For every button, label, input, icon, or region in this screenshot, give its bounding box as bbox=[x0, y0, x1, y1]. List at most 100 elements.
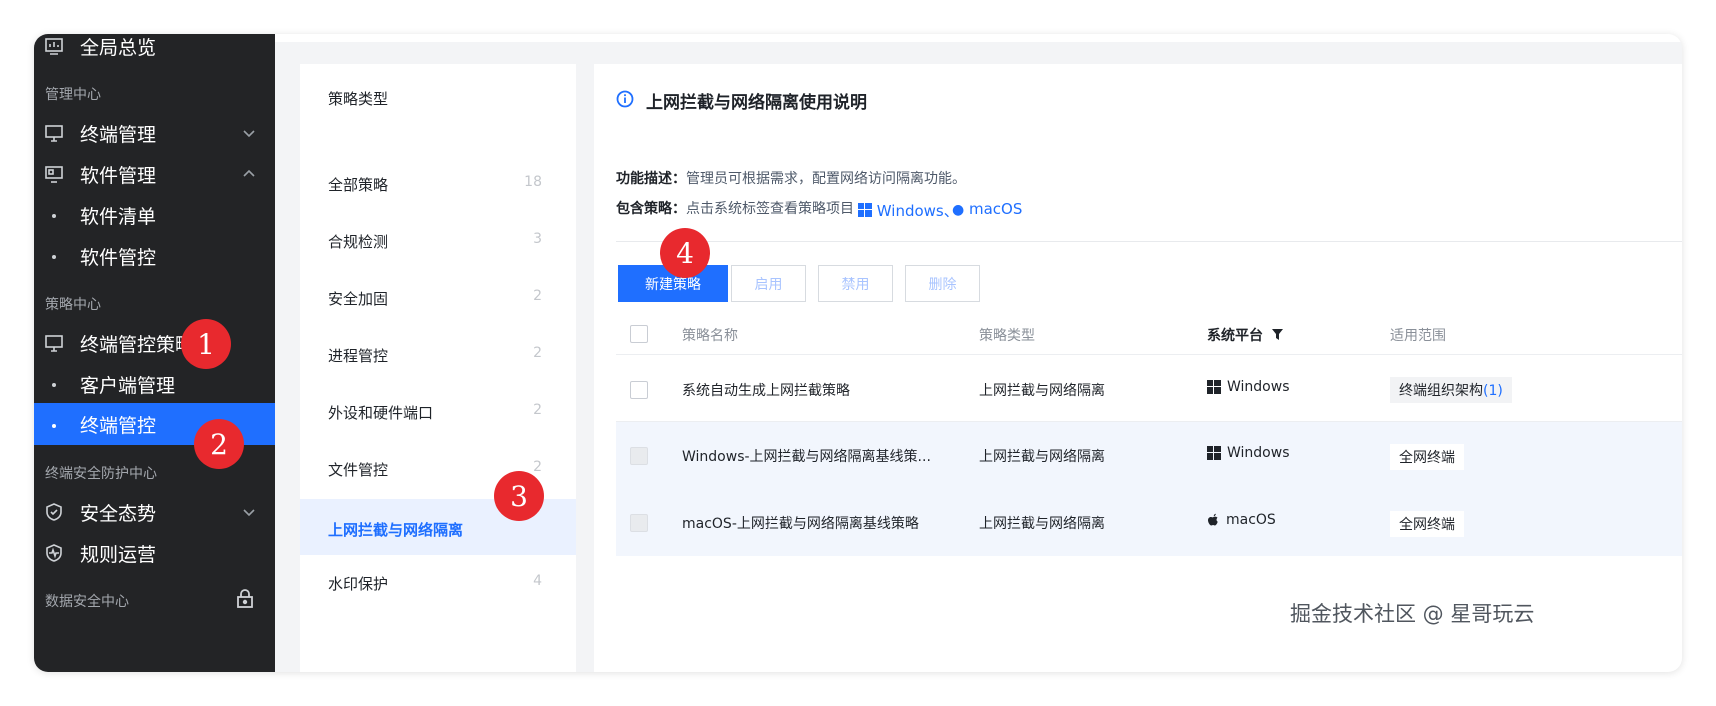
bullet-icon bbox=[52, 214, 56, 218]
monitor-icon bbox=[45, 335, 63, 352]
table-row: 系统自动生成上网拦截策略 上网拦截与网络隔离 Windows 终端组织架构(1) bbox=[616, 355, 1682, 422]
row-checkbox[interactable] bbox=[630, 514, 648, 532]
windows-platform-link[interactable]: Windows、 bbox=[858, 200, 959, 221]
enable-button[interactable]: 启用 bbox=[731, 265, 806, 302]
sidebar-item-label: 软件管理 bbox=[80, 164, 157, 187]
section-security-heading: 终端安全防护中心 bbox=[45, 466, 157, 482]
category-count: 4 bbox=[533, 573, 542, 589]
column-header-type: 策略类型 bbox=[979, 328, 1035, 344]
top-strip bbox=[275, 34, 1682, 42]
policy-platform: Windows bbox=[1207, 379, 1290, 395]
watermark: 掘金技术社区 @ 星哥玩云 bbox=[1290, 602, 1535, 626]
chevron-down-icon bbox=[243, 130, 255, 138]
scope-tag[interactable]: 全网终端 bbox=[1390, 444, 1464, 470]
sidebar-item-terminal-manage[interactable]: 终端管理 bbox=[34, 111, 275, 155]
software-icon bbox=[45, 166, 63, 183]
column-header-platform[interactable]: 系统平台 bbox=[1207, 325, 1283, 345]
sidebar-item-software-list[interactable]: 软件清单 bbox=[34, 193, 275, 237]
sidebar-item-label: 软件清单 bbox=[80, 205, 157, 228]
scope-label: 终端组织架构 bbox=[1399, 383, 1483, 399]
category-count: 3 bbox=[533, 231, 542, 247]
category-item-compliance[interactable]: 合规检测 3 bbox=[300, 213, 576, 270]
policy-platform: macOS bbox=[1207, 512, 1276, 528]
row-checkbox[interactable] bbox=[630, 447, 648, 465]
category-name: 外设和硬件端口 bbox=[328, 404, 434, 422]
bullet-icon bbox=[52, 255, 56, 259]
platform-label: Windows bbox=[1227, 445, 1290, 461]
policy-platform: Windows bbox=[1207, 445, 1290, 461]
desc-text: 管理员可根据需求，配置网络访问隔离功能。 bbox=[686, 171, 966, 187]
include-text: 点击系统标签查看策略项目 bbox=[686, 201, 854, 217]
sidebar-item-security-posture[interactable]: 安全态势 bbox=[34, 490, 275, 534]
sidebar-item-software-control[interactable]: 软件管控 bbox=[34, 234, 275, 278]
category-item-watermark[interactable]: 水印保护 4 bbox=[300, 555, 576, 612]
scope-count: (1) bbox=[1483, 383, 1503, 399]
column-header-scope: 适用范围 bbox=[1390, 328, 1446, 344]
sidebar-item-label: 客户端管理 bbox=[80, 374, 176, 397]
sidebar-item-client-manage[interactable]: 客户端管理 bbox=[34, 362, 275, 406]
sidebar-item-label: 终端管控策略 bbox=[80, 333, 195, 356]
annotation-badge: 1 bbox=[181, 319, 231, 369]
annotation-badge: 2 bbox=[194, 419, 244, 469]
windows-icon bbox=[1207, 446, 1221, 460]
shield-pulse-icon bbox=[46, 544, 62, 562]
macos-link-label: macOS bbox=[969, 200, 1023, 218]
windows-icon bbox=[858, 203, 872, 217]
category-name: 全部策略 bbox=[328, 176, 389, 194]
sidebar-item-terminal-policy[interactable]: 终端管控策略 bbox=[34, 321, 275, 365]
policy-name[interactable]: 系统自动生成上网拦截策略 bbox=[682, 380, 850, 400]
scope-label: 全网终端 bbox=[1399, 517, 1455, 533]
filter-icon[interactable] bbox=[1271, 329, 1283, 340]
policy-type: 上网拦截与网络隔离 bbox=[979, 383, 1105, 399]
section-data-heading: 数据安全中心 bbox=[45, 594, 129, 610]
category-count: 2 bbox=[533, 402, 542, 418]
platform-header-label: 系统平台 bbox=[1207, 328, 1263, 344]
sidebar-item-label: 规则运营 bbox=[80, 543, 157, 566]
bullet-icon bbox=[52, 383, 56, 387]
windows-icon bbox=[1207, 380, 1221, 394]
disable-button[interactable]: 禁用 bbox=[818, 265, 893, 302]
scope-tag[interactable]: 终端组织架构(1) bbox=[1390, 377, 1512, 403]
policy-name[interactable]: Windows-上网拦截与网络隔离基线策... bbox=[682, 446, 931, 466]
sidebar-item-software-manage[interactable]: 软件管理 bbox=[34, 152, 275, 196]
macos-platform-link[interactable]: ● macOS bbox=[952, 200, 1022, 218]
category-item-process[interactable]: 进程管控 2 bbox=[300, 327, 576, 384]
apple-icon: ● bbox=[952, 202, 965, 218]
bullet-icon bbox=[52, 424, 56, 428]
category-count: 18 bbox=[524, 174, 542, 190]
select-all-checkbox[interactable] bbox=[630, 325, 648, 343]
category-item-all[interactable]: 全部策略 18 bbox=[300, 156, 576, 213]
sidebar-item-overview[interactable]: 全局总览 bbox=[34, 34, 275, 68]
category-item-hardening[interactable]: 安全加固 2 bbox=[300, 270, 576, 327]
category-count: 2 bbox=[533, 459, 542, 475]
policy-type-title: 策略类型 bbox=[328, 90, 389, 108]
section-manage-heading: 管理中心 bbox=[45, 87, 101, 103]
row-checkbox[interactable] bbox=[630, 381, 648, 399]
category-name: 文件管控 bbox=[328, 461, 389, 479]
category-name: 合规检测 bbox=[328, 233, 389, 251]
category-name: 进程管控 bbox=[328, 347, 389, 365]
section-divider bbox=[616, 241, 1682, 242]
desc-label: 功能描述： bbox=[616, 171, 686, 187]
info-icon bbox=[616, 90, 634, 108]
platform-label: macOS bbox=[1226, 512, 1276, 528]
category-count: 2 bbox=[533, 288, 542, 304]
sidebar-item-label: 安全态势 bbox=[80, 502, 157, 525]
dashboard-icon bbox=[45, 38, 63, 55]
sidebar-item-label: 终端管控 bbox=[80, 414, 157, 437]
monitor-icon bbox=[45, 125, 63, 142]
policy-name[interactable]: macOS-上网拦截与网络隔离基线策略 bbox=[682, 513, 919, 533]
policy-type: 上网拦截与网络隔离 bbox=[979, 449, 1105, 465]
app-frame: 全局总览 管理中心 终端管理 软件管理 软件清单 软件管控 策略中心 终端管控策… bbox=[34, 34, 1682, 672]
column-header-name: 策略名称 bbox=[682, 328, 738, 344]
annotation-badge: 3 bbox=[494, 471, 544, 521]
category-item-peripherals[interactable]: 外设和硬件端口 2 bbox=[300, 384, 576, 441]
policy-type-panel: 策略类型 全部策略 18 合规检测 3 安全加固 2 进程管控 2 外设和硬件端… bbox=[300, 64, 576, 672]
table-row: Windows-上网拦截与网络隔离基线策... 上网拦截与网络隔离 Window… bbox=[616, 422, 1682, 489]
scope-tag[interactable]: 全网终端 bbox=[1390, 511, 1464, 537]
sidebar-item-rule-ops[interactable]: 规则运营 bbox=[34, 531, 275, 575]
chevron-up-icon bbox=[243, 169, 255, 177]
category-name: 水印保护 bbox=[328, 575, 389, 593]
apple-icon bbox=[1208, 513, 1218, 525]
delete-button[interactable]: 删除 bbox=[905, 265, 980, 302]
